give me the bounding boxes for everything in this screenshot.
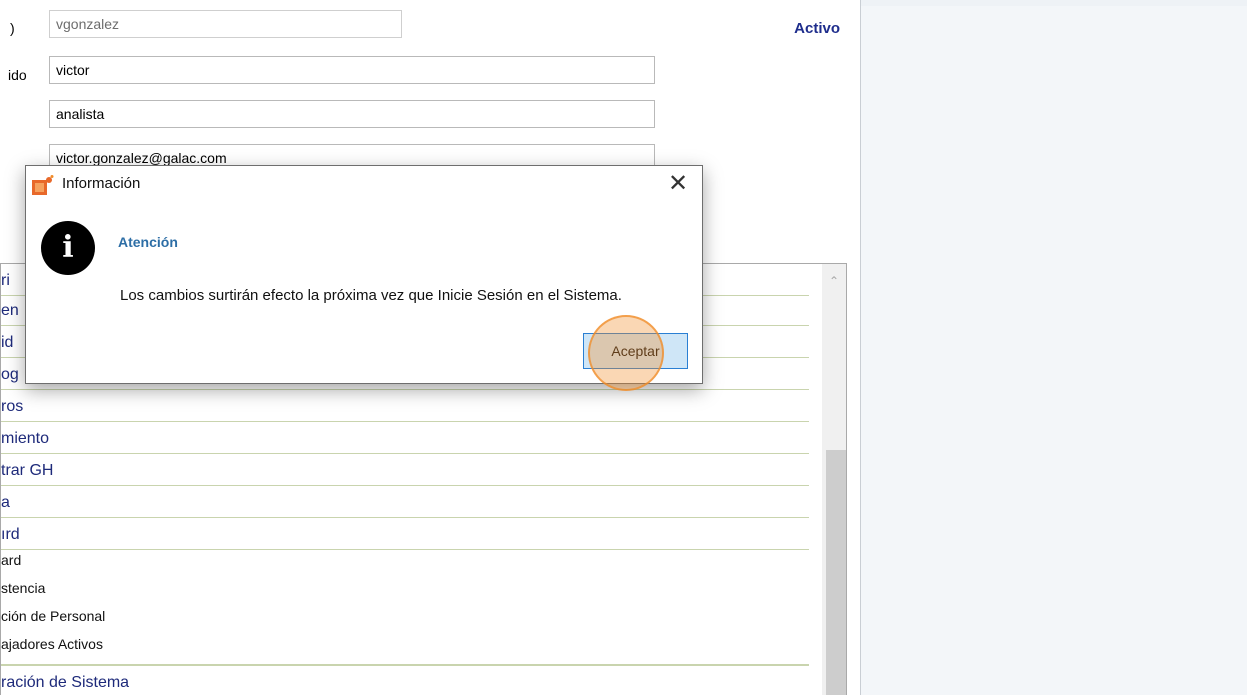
info-icon: i bbox=[41, 221, 95, 275]
close-icon[interactable]: ✕ bbox=[666, 170, 690, 198]
list-item[interactable]: trar GH bbox=[1, 454, 809, 486]
list-item[interactable]: miento bbox=[1, 422, 809, 454]
first-name-field[interactable]: victor bbox=[49, 56, 655, 84]
role-field[interactable]: analista bbox=[49, 100, 655, 128]
scroll-thumb[interactable] bbox=[826, 450, 846, 695]
list-subitem[interactable]: ajadores Activos bbox=[1, 630, 809, 658]
list-item[interactable]: ración de Sistema bbox=[1, 664, 809, 695]
dialog-message: Los cambios surtirán efecto la próxima v… bbox=[120, 287, 622, 304]
list-subitem[interactable]: ard bbox=[1, 546, 809, 574]
information-dialog: Información ✕ i Atención Los cambios sur… bbox=[25, 165, 703, 391]
list-subitem[interactable]: stencia bbox=[1, 574, 809, 602]
username-field[interactable]: vgonzalez bbox=[49, 10, 402, 38]
dialog-title: Información bbox=[62, 175, 141, 192]
list-item[interactable]: ros bbox=[1, 390, 809, 422]
vertical-scrollbar[interactable]: ⌃ bbox=[822, 264, 846, 695]
username-label: ) bbox=[10, 20, 15, 36]
status-badge: Activo bbox=[794, 20, 840, 37]
accept-button[interactable]: Aceptar bbox=[583, 333, 688, 369]
app-logo-icon bbox=[32, 175, 54, 195]
scroll-up-icon[interactable]: ⌃ bbox=[822, 274, 846, 288]
list-subitem[interactable]: ción de Personal bbox=[1, 602, 809, 630]
name-label: ido bbox=[8, 67, 27, 83]
list-item[interactable]: a bbox=[1, 486, 809, 518]
dialog-heading: Atención bbox=[118, 234, 178, 250]
